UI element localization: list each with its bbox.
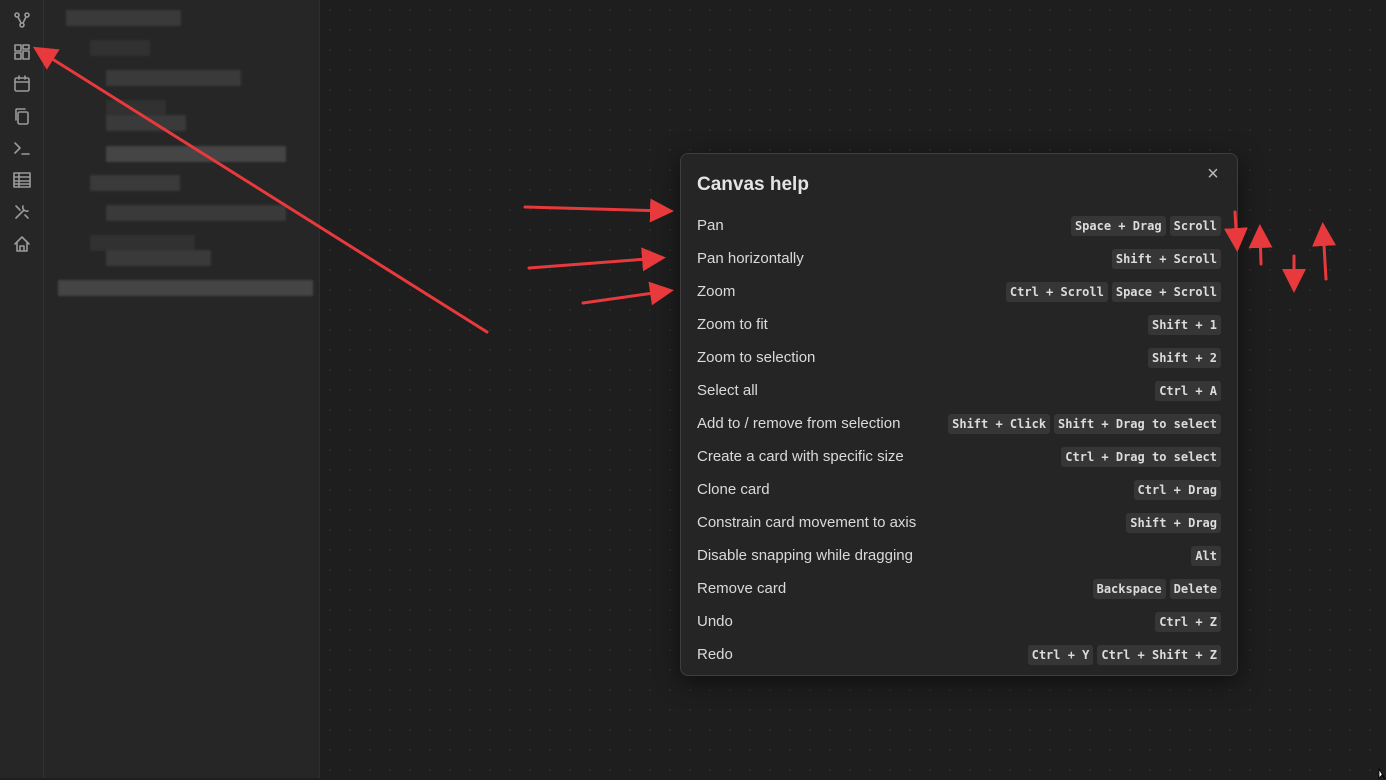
- shortcut-row: Constrain card movement to axis Shift + D…: [697, 506, 1221, 539]
- key-combo: Shift + Click: [948, 413, 1051, 434]
- close-icon[interactable]: ×: [1203, 163, 1223, 185]
- blurred-file-item[interactable]: [106, 146, 286, 162]
- shortcut-label: Clone card: [697, 481, 770, 498]
- dashboard-icon[interactable]: [11, 41, 33, 63]
- shortcut-keys: Ctrl + Drag: [1133, 479, 1221, 500]
- shortcut-row: Zoom Ctrl + Scroll Space + Scroll: [697, 275, 1221, 308]
- shortcut-row: Add to / remove from selection Shift + Cl…: [697, 407, 1221, 440]
- key-combo: Shift + 2: [1147, 347, 1221, 368]
- shortcut-label: Select all: [697, 382, 758, 399]
- blurred-file-item[interactable]: [90, 235, 195, 251]
- shortcut-keys: Space + Drag Scroll: [1070, 215, 1221, 236]
- shortcut-label: Zoom to selection: [697, 349, 816, 366]
- file-explorer-sidebar: [44, 0, 320, 778]
- shortcut-row: Create a card with specific size Ctrl + D…: [697, 440, 1221, 473]
- terminal-icon[interactable]: [11, 137, 33, 159]
- shortcut-row: Disable snapping while dragging Alt: [697, 539, 1221, 572]
- key-combo: Scroll: [1169, 215, 1221, 236]
- modal-title: Canvas help: [697, 174, 809, 195]
- calendar-icon[interactable]: [11, 73, 33, 95]
- shortcut-row: Zoom to selection Shift + 2: [697, 341, 1221, 374]
- home-icon[interactable]: [11, 233, 33, 255]
- shortcut-label: Constrain card movement to axis: [697, 514, 917, 531]
- blurred-file-item[interactable]: [90, 175, 180, 191]
- shortcut-label: Pan: [697, 217, 724, 234]
- shortcut-keys: Shift + Drag: [1126, 512, 1221, 533]
- blurred-file-item[interactable]: [106, 100, 166, 116]
- shortcut-row: Remove card Backspace Delete: [697, 572, 1221, 605]
- shortcut-row: Pan horizontally Shift + Scroll: [697, 242, 1221, 275]
- key-combo: Shift + Scroll: [1111, 248, 1221, 269]
- shortcut-label: Create a card with specific size: [697, 448, 904, 465]
- shortcut-label: Zoom: [697, 283, 736, 300]
- key-combo: Ctrl + A: [1155, 380, 1221, 401]
- shortcut-row: Clone card Ctrl + Drag: [697, 473, 1221, 506]
- blurred-file-item[interactable]: [106, 70, 241, 86]
- tools-icon[interactable]: [11, 201, 33, 223]
- shortcut-keys: Ctrl + Scroll Space + Scroll: [1005, 281, 1221, 302]
- shortcut-label: Disable snapping while dragging: [697, 547, 913, 564]
- key-combo: Delete: [1169, 578, 1221, 599]
- key-combo: Ctrl + Scroll: [1005, 281, 1108, 302]
- shortcut-keys: Shift + Click Shift + Drag to select: [948, 413, 1221, 434]
- copy-icon[interactable]: [11, 105, 33, 127]
- shortcut-label: Add to / remove from selection: [697, 415, 901, 432]
- key-combo: Space + Scroll: [1111, 281, 1221, 302]
- key-combo: Ctrl + Drag to select: [1061, 446, 1221, 467]
- shortcut-label: Zoom to fit: [697, 316, 768, 333]
- table-icon[interactable]: [11, 169, 33, 191]
- shortcut-keys: Shift + 1: [1147, 314, 1221, 335]
- key-combo: Ctrl + Shift + Z: [1097, 644, 1221, 665]
- key-combo: Ctrl + Z: [1155, 611, 1221, 632]
- blurred-file-item[interactable]: [106, 205, 286, 221]
- key-combo: Shift + Drag to select: [1054, 413, 1221, 434]
- shortcut-row: Redo Ctrl + Y Ctrl + Shift + Z: [697, 638, 1221, 671]
- blurred-file-item[interactable]: [106, 250, 211, 266]
- key-combo: Alt: [1191, 545, 1221, 566]
- graph-icon[interactable]: [11, 9, 33, 31]
- shortcut-keys: Shift + 2: [1147, 347, 1221, 368]
- blurred-file-item[interactable]: [90, 40, 150, 56]
- shortcut-label: Redo: [697, 646, 733, 663]
- shortcut-row: Zoom to fit Shift + 1: [697, 308, 1221, 341]
- key-combo: Ctrl + Drag: [1133, 479, 1221, 500]
- shortcut-label: Undo: [697, 613, 733, 630]
- canvas-help-modal: Canvas help × Pan Space + Drag Scroll Pan h…: [680, 153, 1238, 676]
- shortcut-keys: Ctrl + Z: [1155, 611, 1221, 632]
- shortcut-row: Undo Ctrl + Z: [697, 605, 1221, 638]
- shortcut-row: Pan Space + Drag Scroll: [697, 209, 1221, 242]
- key-combo: Ctrl + Y: [1027, 644, 1094, 665]
- shortcut-keys: Ctrl + A: [1155, 380, 1221, 401]
- key-combo: Shift + 1: [1147, 314, 1221, 335]
- shortcut-list: Pan Space + Drag Scroll Pan horizontally Shi…: [697, 209, 1221, 671]
- shortcut-keys: Ctrl + Y Ctrl + Shift + Z: [1027, 644, 1221, 665]
- key-combo: Shift + Drag: [1126, 512, 1221, 533]
- mouse-cursor-icon: [1378, 768, 1386, 780]
- blurred-file-item[interactable]: [58, 280, 313, 296]
- shortcut-keys: Alt: [1191, 545, 1221, 566]
- shortcut-label: Pan horizontally: [697, 250, 804, 267]
- shortcut-label: Remove card: [697, 580, 787, 597]
- blurred-file-item[interactable]: [106, 115, 186, 131]
- shortcut-keys: Ctrl + Drag to select: [1061, 446, 1221, 467]
- key-combo: Backspace: [1092, 578, 1166, 599]
- shortcut-keys: Shift + Scroll: [1111, 248, 1221, 269]
- blurred-file-item[interactable]: [66, 10, 181, 26]
- ribbon: [0, 0, 44, 778]
- shortcut-keys: Backspace Delete: [1092, 578, 1221, 599]
- key-combo: Space + Drag: [1070, 215, 1166, 236]
- shortcut-row: Select all Ctrl + A: [697, 374, 1221, 407]
